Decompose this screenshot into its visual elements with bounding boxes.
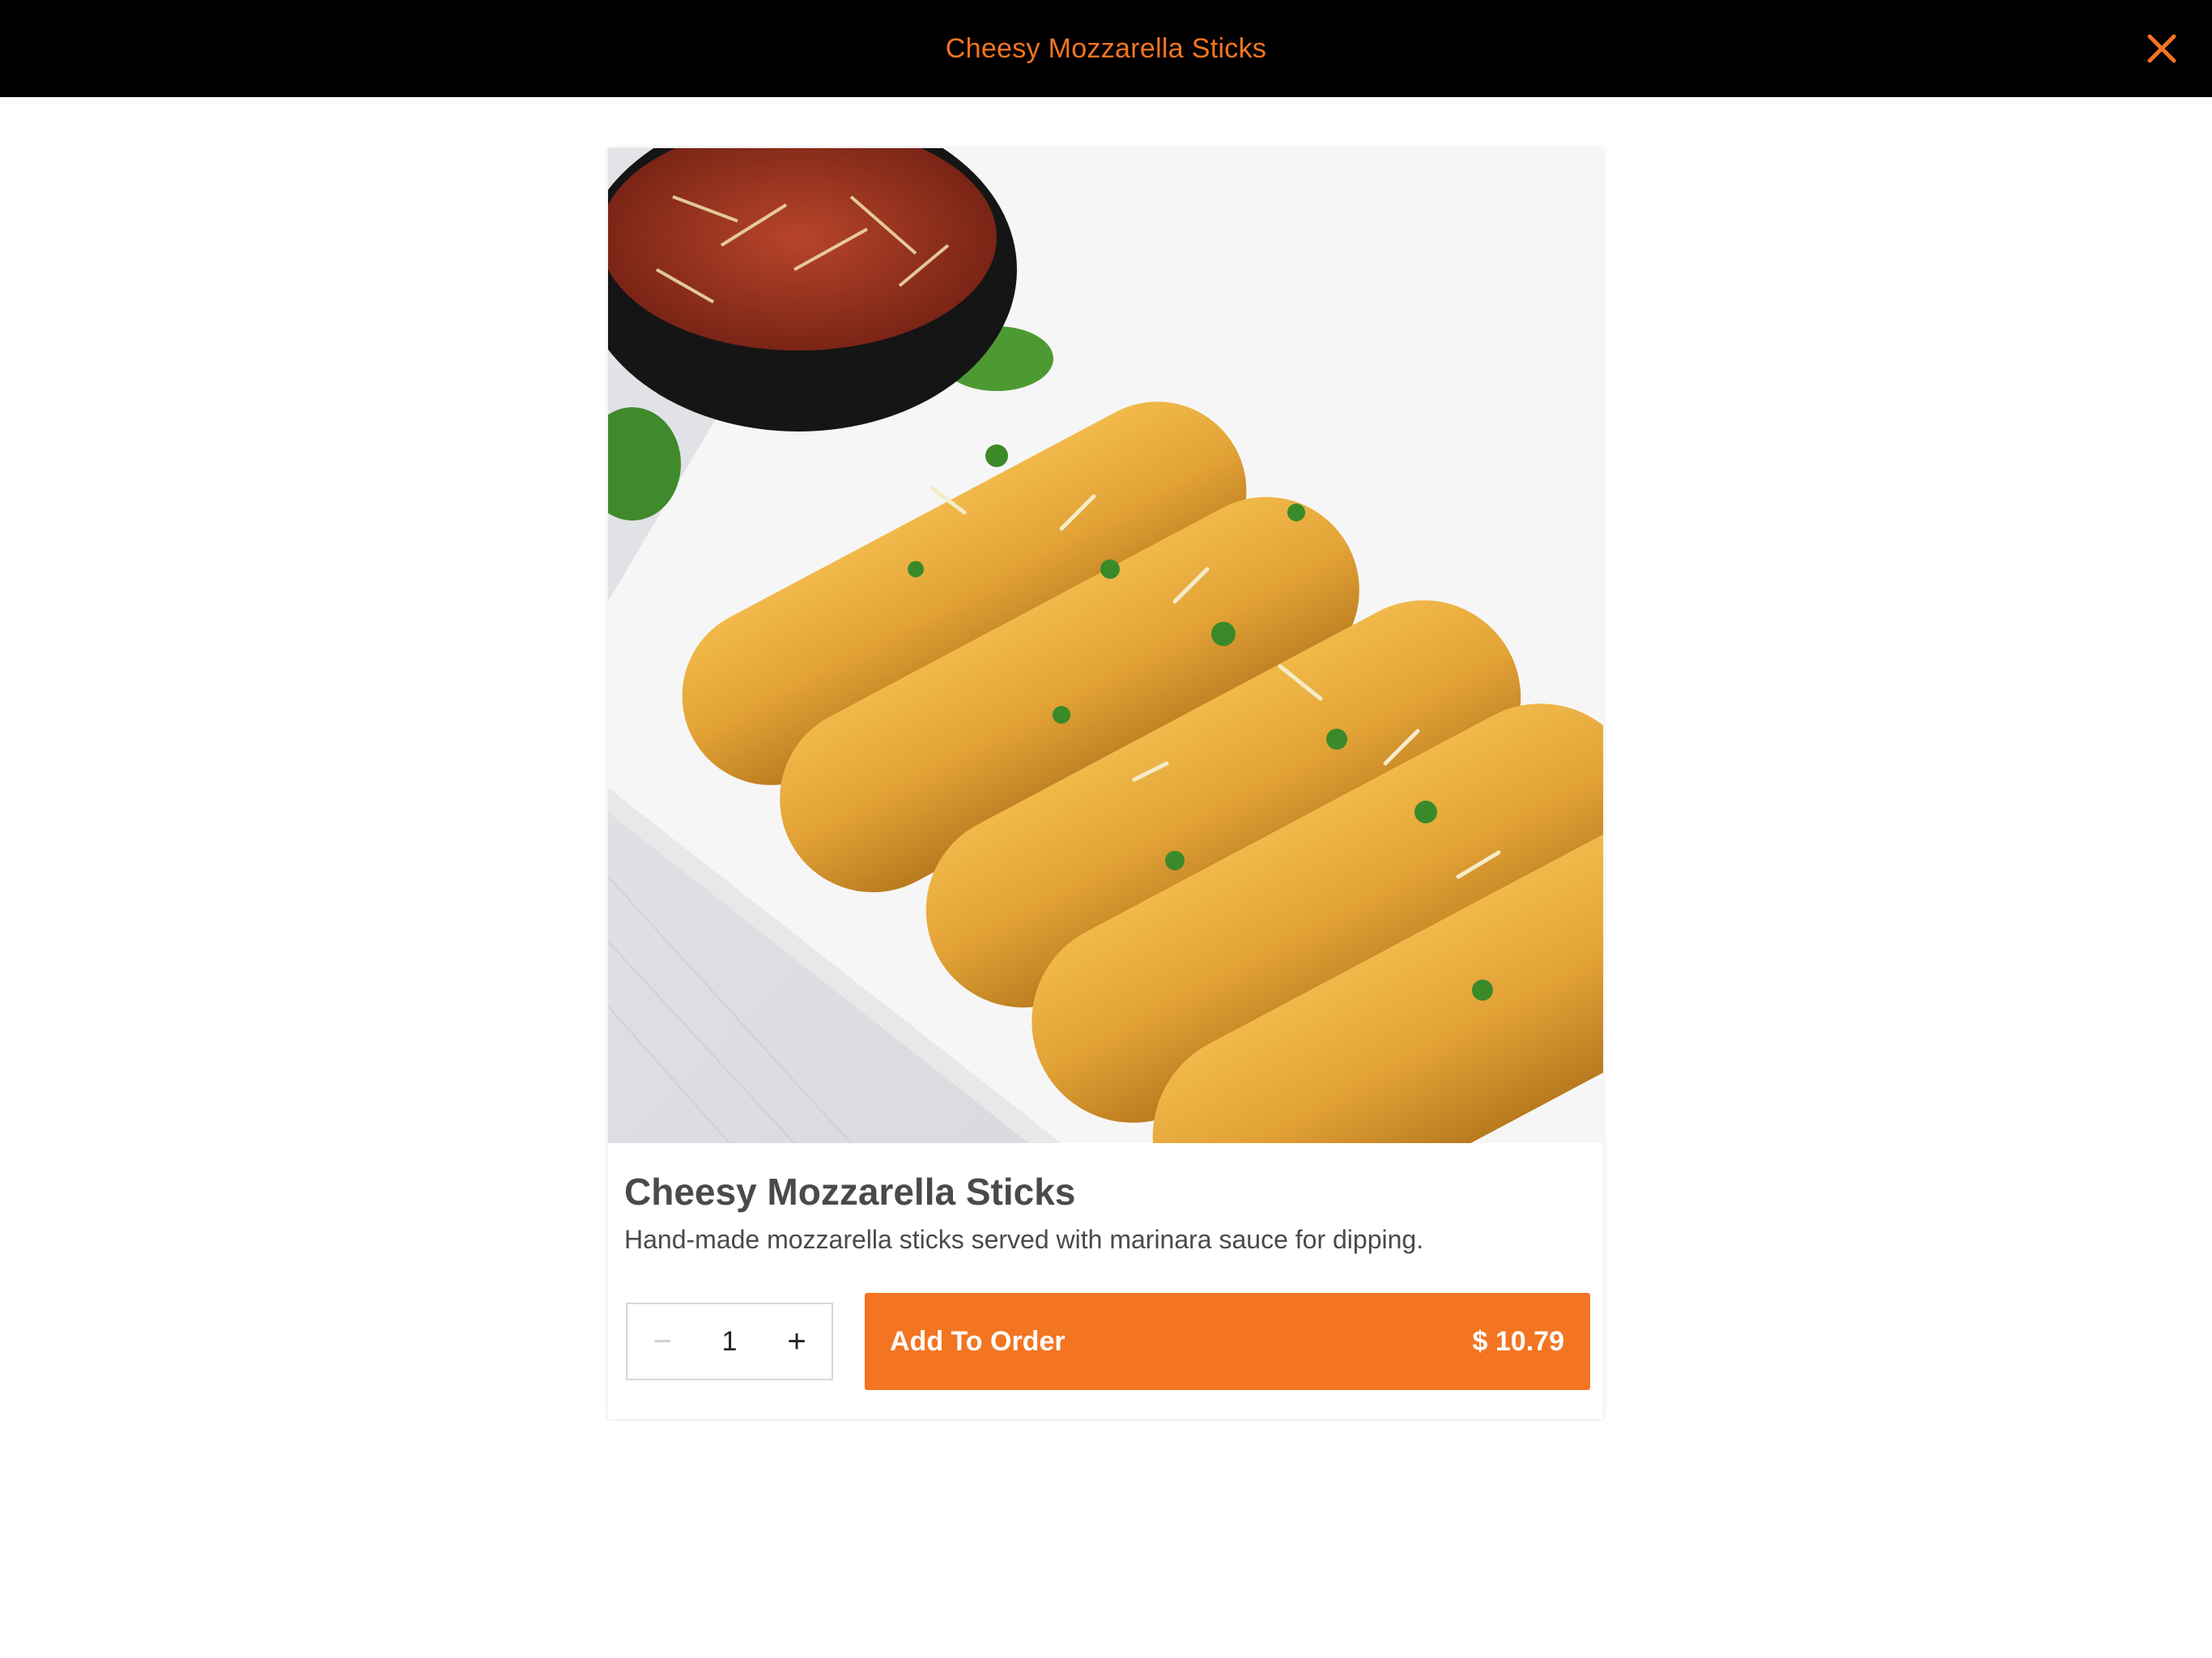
- quantity-stepper: − 1 +: [626, 1303, 833, 1380]
- item-price: $ 10.79: [1472, 1326, 1564, 1357]
- decrease-quantity-button[interactable]: −: [634, 1304, 691, 1379]
- increase-quantity-button[interactable]: +: [768, 1304, 825, 1379]
- item-card: Cheesy Mozzarella Sticks Hand-made mozza…: [608, 148, 1603, 1419]
- quantity-value: 1: [721, 1326, 738, 1357]
- item-description: Hand-made mozzarella sticks served with …: [624, 1225, 1424, 1254]
- modal-header: Cheesy Mozzarella Sticks: [0, 0, 2212, 97]
- add-to-order-button[interactable]: Add To Order $ 10.79: [865, 1293, 1590, 1390]
- close-button[interactable]: [2138, 24, 2186, 73]
- modal-title: Cheesy Mozzarella Sticks: [945, 33, 1267, 64]
- add-to-order-label: Add To Order: [890, 1326, 1066, 1357]
- item-photo: [608, 148, 1603, 1143]
- close-icon: [2147, 34, 2176, 63]
- item-name: Cheesy Mozzarella Sticks: [624, 1171, 1076, 1213]
